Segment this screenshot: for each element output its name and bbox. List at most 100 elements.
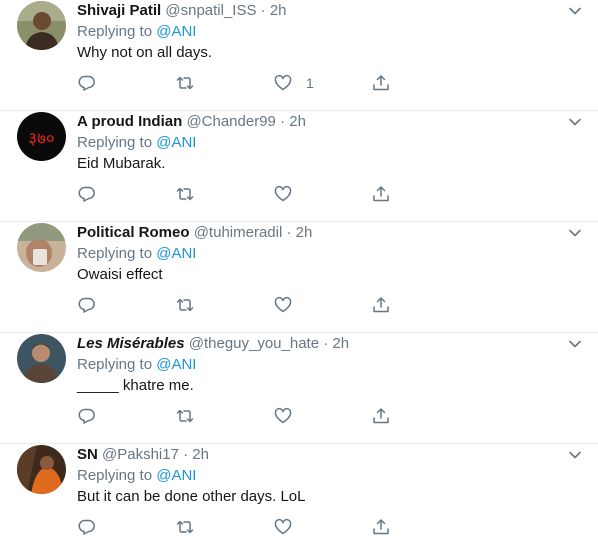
tweet[interactable]: SN @Pakshi17 · 2h Replying to @ANI But i… (0, 444, 598, 550)
tweet[interactable]: Les Misérables @theguy_you_hate · 2h Rep… (0, 333, 598, 444)
like-button[interactable]: 1 (274, 74, 314, 92)
timestamp[interactable]: 2h (289, 113, 306, 130)
replying-to: Replying to @ANI (77, 244, 558, 264)
tweet-actions: 1 (78, 74, 398, 92)
user-handle[interactable]: @Pakshi17 (102, 446, 179, 463)
like-icon (274, 74, 292, 91)
reply-icon (78, 297, 95, 313)
timestamp[interactable]: 2h (296, 224, 313, 241)
reply-button[interactable] (78, 185, 96, 203)
tweet[interactable]: Shivaji Patil @snpatil_ISS · 2h Replying… (0, 0, 598, 111)
like-button[interactable] (274, 518, 306, 536)
replying-label: Replying to (77, 356, 153, 373)
avatar[interactable] (17, 223, 66, 272)
avatar[interactable]: ३७० (17, 112, 66, 161)
separator: · (323, 335, 329, 352)
chevron-down-icon[interactable] (568, 4, 582, 18)
reply-icon (78, 186, 95, 202)
chevron-down-icon[interactable] (568, 226, 582, 240)
timestamp[interactable]: 2h (192, 446, 209, 463)
avatar[interactable] (17, 445, 66, 494)
like-count: 1 (306, 75, 314, 91)
user-handle[interactable]: @tuhimeradil (194, 224, 283, 241)
tweet-content: Shivaji Patil @snpatil_ISS · 2h Replying… (77, 0, 558, 64)
tweet-actions (78, 407, 398, 425)
share-icon (373, 75, 389, 91)
share-button[interactable] (372, 185, 390, 203)
like-icon (274, 296, 292, 313)
retweet-icon (176, 409, 194, 423)
tweet-text: Why not on all days. (77, 44, 213, 61)
share-button[interactable] (372, 296, 390, 314)
tweet-text: _____ khatre me. (77, 377, 194, 394)
display-name[interactable]: SN (77, 446, 98, 463)
retweet-button[interactable] (176, 407, 194, 425)
like-button[interactable] (274, 296, 306, 314)
replying-label: Replying to (77, 245, 153, 262)
avatar[interactable] (17, 1, 66, 50)
share-button[interactable] (372, 407, 390, 425)
tweet-header: SN @Pakshi17 · 2h (77, 444, 558, 466)
reply-feed: Shivaji Patil @snpatil_ISS · 2h Replying… (0, 0, 598, 550)
avatar-image (17, 1, 66, 50)
mention-link[interactable]: @ANI (156, 356, 196, 373)
tweet-text: Eid Mubarak. (77, 155, 166, 172)
tweet-text: Owaisi effect (77, 266, 163, 283)
mention-link[interactable]: @ANI (156, 245, 196, 262)
mention-link[interactable]: @ANI (156, 23, 196, 40)
separator: · (286, 224, 292, 241)
reply-button[interactable] (78, 74, 96, 92)
reply-button[interactable] (78, 296, 96, 314)
display-name[interactable]: A proud Indian (77, 113, 182, 130)
tweet[interactable]: ३७० A proud Indian @Chander99 · 2h Reply… (0, 111, 598, 222)
replying-label: Replying to (77, 134, 153, 151)
mention-link[interactable]: @ANI (156, 134, 196, 151)
timestamp[interactable]: 2h (270, 2, 287, 19)
display-name[interactable]: Shivaji Patil (77, 2, 161, 19)
tweet[interactable]: Political Romeo @tuhimeradil · 2h Replyi… (0, 222, 598, 333)
chevron-down-icon[interactable] (568, 448, 582, 462)
user-handle[interactable]: @Chander99 (186, 113, 275, 130)
reply-icon (78, 408, 95, 424)
replying-to: Replying to @ANI (77, 355, 558, 375)
replying-to: Replying to @ANI (77, 133, 558, 153)
like-icon (274, 185, 292, 202)
tweet-actions (78, 296, 398, 314)
reply-icon (78, 75, 95, 91)
user-handle[interactable]: @theguy_you_hate (189, 335, 319, 352)
tweet-content: SN @Pakshi17 · 2h Replying to @ANI But i… (77, 444, 558, 508)
avatar-text: ३७० (28, 129, 55, 149)
mention-link[interactable]: @ANI (156, 467, 196, 484)
separator: · (280, 113, 286, 130)
retweet-button[interactable] (176, 185, 194, 203)
retweet-button[interactable] (176, 296, 194, 314)
replying-to: Replying to @ANI (77, 22, 558, 42)
share-icon (373, 297, 389, 313)
replying-label: Replying to (77, 467, 153, 484)
like-button[interactable] (274, 185, 306, 203)
retweet-icon (176, 298, 194, 312)
retweet-button[interactable] (176, 74, 194, 92)
avatar[interactable] (17, 334, 66, 383)
reply-button[interactable] (78, 518, 96, 536)
user-handle[interactable]: @snpatil_ISS (165, 2, 256, 19)
chevron-down-icon[interactable] (568, 115, 582, 129)
tweet-actions (78, 518, 398, 536)
display-name[interactable]: Political Romeo (77, 224, 190, 241)
avatar-image (17, 223, 66, 272)
reply-button[interactable] (78, 407, 96, 425)
retweet-icon (176, 187, 194, 201)
timestamp[interactable]: 2h (332, 335, 349, 352)
tweet-header: A proud Indian @Chander99 · 2h (77, 111, 558, 133)
share-icon (373, 408, 389, 424)
avatar-image: ३७० (17, 112, 66, 161)
reply-icon (78, 519, 95, 535)
tweet-header: Shivaji Patil @snpatil_ISS · 2h (77, 0, 558, 22)
retweet-button[interactable] (176, 518, 194, 536)
chevron-down-icon[interactable] (568, 337, 582, 351)
like-button[interactable] (274, 407, 306, 425)
share-button[interactable] (372, 74, 390, 92)
display-name[interactable]: Les Misérables (77, 335, 185, 352)
share-button[interactable] (372, 518, 390, 536)
share-icon (373, 519, 389, 535)
